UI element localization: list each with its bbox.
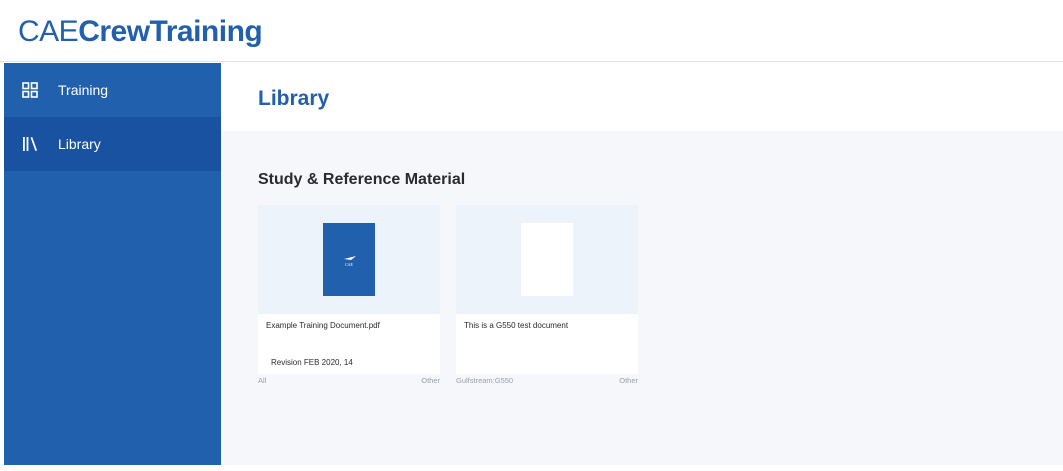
document-title: This is a G550 test document <box>464 321 569 330</box>
svg-text:CAE: CAE <box>345 262 354 267</box>
main-content: Library Study & Reference Material CAE E… <box>221 63 1063 465</box>
page-header: Library <box>221 63 1063 131</box>
sidebar-item-training[interactable]: Training <box>4 63 221 117</box>
document-card[interactable]: This is a G550 test document <box>456 205 638 374</box>
section-title: Study & Reference Material <box>258 171 466 188</box>
brand-logo[interactable]: CAECrewTraining <box>18 14 263 50</box>
sidebar-item-label: Training <box>58 82 109 98</box>
document-card[interactable]: CAE Example Training Document.pdf Revisi… <box>258 205 440 374</box>
card-tag-category: Other <box>619 376 638 385</box>
grid-icon <box>22 82 38 98</box>
card-tag-aircraft: Gulfstream:G550 <box>456 376 514 385</box>
card-tag-category: Other <box>421 376 440 385</box>
page-title: Library <box>258 87 330 110</box>
top-bar: CAECrewTraining <box>0 0 1063 62</box>
document-cover-cae: CAE <box>323 223 375 296</box>
document-title: Example Training Document.pdf <box>266 321 380 330</box>
books-icon <box>23 137 37 151</box>
brand-part-crewtraining: CrewTraining <box>78 15 263 48</box>
document-thumbnail <box>456 205 638 314</box>
sidebar-item-library[interactable]: Library <box>4 117 221 171</box>
sidebar-item-label: Library <box>58 136 101 152</box>
document-revision: Revision FEB 2020, 14 <box>271 358 353 367</box>
brand-part-cae: CAE <box>18 15 79 48</box>
card-tag-aircraft: All <box>258 376 267 385</box>
document-cover-blank <box>521 223 573 296</box>
sidebar: Training Library <box>4 63 221 465</box>
document-thumbnail: CAE <box>258 205 440 314</box>
cae-logo-icon: CAE <box>344 256 356 267</box>
